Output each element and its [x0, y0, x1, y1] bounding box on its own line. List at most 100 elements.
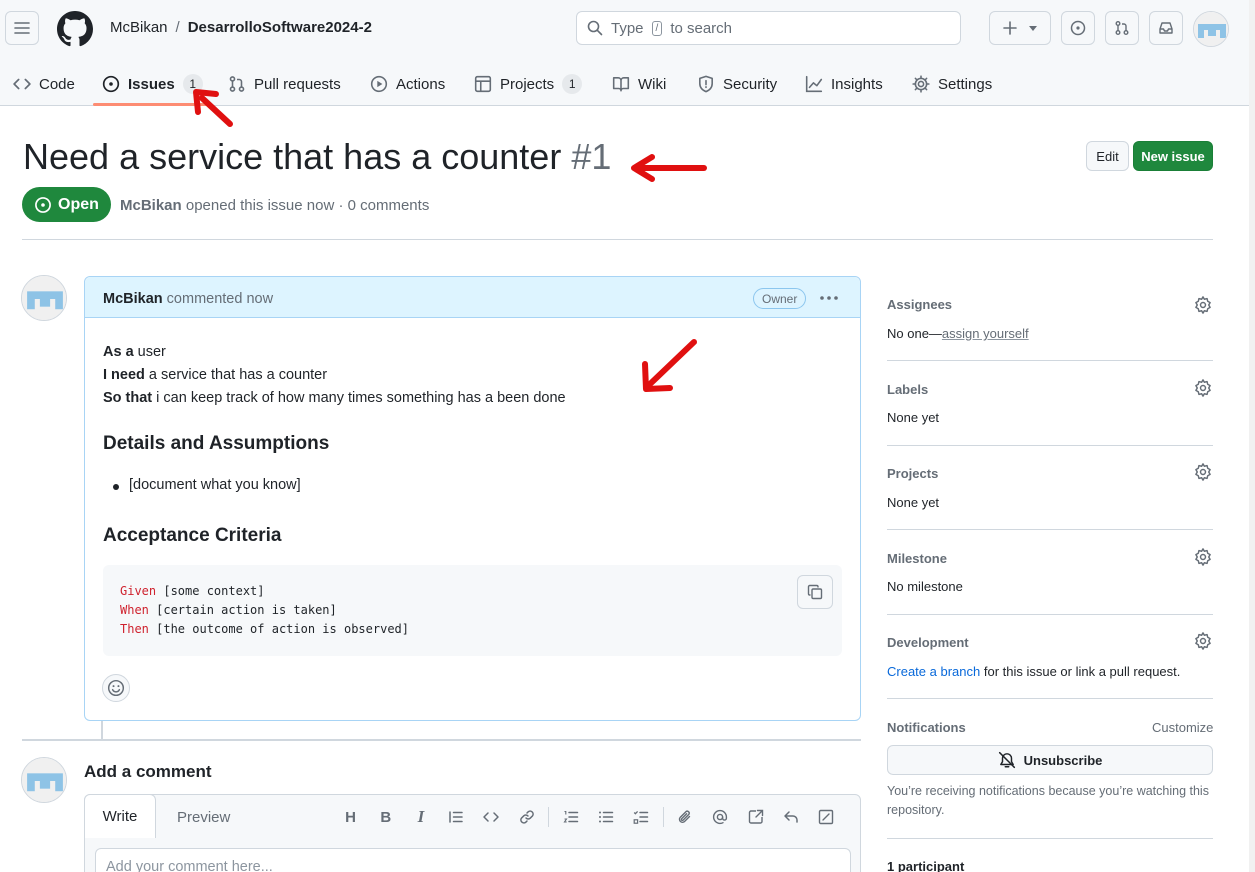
code-keyword: Given [120, 584, 157, 598]
projects-heading: Projects [887, 466, 939, 481]
mention-icon [713, 809, 728, 825]
milestone-heading: Milestone [887, 551, 947, 566]
development-heading: Development [887, 635, 969, 650]
copy-code-button[interactable] [797, 575, 833, 609]
attach-tool-icon[interactable] [668, 807, 703, 827]
italic-tool-icon[interactable]: I [403, 807, 438, 827]
story-text: user [133, 344, 166, 360]
development-settings-button[interactable] [1194, 632, 1212, 650]
repo-header: McBikan / DesarrolloSoftware2024-2 Type … [0, 0, 1255, 106]
tab-insights-label: Insights [831, 75, 883, 93]
breadcrumb-owner[interactable]: McBikan [110, 19, 168, 36]
github-logo-icon[interactable] [57, 11, 93, 47]
add-reaction-button[interactable] [102, 674, 130, 702]
participants-heading: 1 participant [887, 859, 965, 872]
projects-settings-button[interactable] [1194, 463, 1212, 481]
comment-author-avatar[interactable] [21, 275, 67, 321]
tab-projects-counter: 1 [562, 74, 583, 94]
current-user-avatar[interactable] [21, 757, 67, 803]
assignees-heading: Assignees [887, 297, 953, 312]
issue-meta: McBikan opened this issue now · 0 commen… [120, 197, 429, 214]
tab-wiki[interactable]: Wiki [612, 62, 666, 106]
code-icon [483, 812, 500, 822]
header-divider [22, 239, 1213, 240]
tab-settings[interactable]: Settings [912, 62, 992, 106]
list-ordered-icon [563, 810, 578, 823]
tab-security[interactable]: Security [697, 62, 777, 106]
new-issue-button[interactable]: New issue [1133, 141, 1213, 171]
story-text: a service that has a counter [144, 367, 328, 383]
table-icon [474, 75, 492, 93]
code-line: Then [the outcome of action is observed] [120, 622, 409, 636]
link-icon [519, 810, 534, 824]
quote-tool-icon[interactable] [439, 807, 474, 827]
inbox-button[interactable] [1149, 11, 1183, 45]
labels-settings-button[interactable] [1194, 379, 1212, 397]
comment-action[interactable]: commented now [167, 291, 273, 307]
unsubscribe-button[interactable]: Unsubscribe [887, 745, 1213, 775]
mention-tool-icon[interactable] [703, 807, 738, 827]
preview-tab[interactable]: Preview [177, 809, 230, 826]
story-keyword: I need [103, 367, 145, 383]
gear-icon [1195, 632, 1211, 650]
tab-actions[interactable]: Actions [370, 62, 445, 106]
pull-requests-shortcut-button[interactable] [1105, 11, 1139, 45]
tab-code[interactable]: Code [13, 62, 75, 106]
gear-icon [1195, 379, 1211, 397]
tab-projects[interactable]: Projects 1 [474, 62, 583, 106]
story-line: I need a service that has a counter [103, 364, 843, 387]
timeline-divider [22, 739, 861, 741]
reference-tool-icon[interactable] [738, 807, 773, 827]
tab-settings-label: Settings [938, 75, 993, 93]
comment-textarea[interactable]: Add your comment here... [95, 848, 851, 872]
code-tool-icon[interactable] [474, 807, 509, 827]
assign-yourself-link[interactable]: assign yourself [942, 326, 1029, 341]
book-icon [612, 77, 630, 92]
tab-pull-requests[interactable]: Pull requests [228, 62, 341, 106]
reply-tool-icon[interactable] [773, 807, 808, 827]
comment-editor: Write Preview H B I Add your comment her… [84, 794, 861, 872]
tab-issues[interactable]: Issues 1 [102, 62, 203, 106]
issue-state-label: Open [58, 195, 99, 213]
link-tool-icon[interactable] [509, 807, 544, 827]
menu-button[interactable] [5, 11, 39, 45]
shield-icon [699, 75, 713, 93]
page-scrollbar[interactable] [1249, 0, 1255, 872]
reply-icon [784, 811, 798, 823]
gear-icon [1195, 463, 1211, 481]
code-line: Given [some context] [120, 584, 265, 598]
fullscreen-tool-icon[interactable] [808, 807, 843, 827]
bulleted-list-tool-icon[interactable] [588, 807, 623, 827]
graph-icon [805, 75, 823, 93]
milestone-value: No milestone [887, 579, 963, 594]
tab-insights[interactable]: Insights [805, 62, 883, 106]
create-branch-link[interactable]: Create a branch [887, 664, 980, 679]
issue-author[interactable]: McBikan [120, 197, 182, 214]
breadcrumb-repo[interactable]: DesarrolloSoftware2024-2 [188, 19, 372, 36]
numbered-list-tool-icon[interactable] [553, 807, 588, 827]
task-list-tool-icon[interactable] [624, 807, 659, 827]
acceptance-heading: Acceptance Criteria [103, 525, 282, 546]
user-avatar[interactable] [1193, 11, 1229, 47]
search-icon [587, 20, 603, 36]
tab-code-label: Code [39, 75, 75, 93]
comment-options-button[interactable] [819, 291, 839, 305]
bold-tool-icon[interactable]: B [368, 807, 403, 827]
comment-author-name[interactable]: McBikan [103, 291, 163, 307]
milestone-settings-button[interactable] [1194, 548, 1212, 566]
quote-icon [449, 811, 463, 823]
heading-tool-icon[interactable]: H [333, 807, 368, 827]
write-tab[interactable]: Write [84, 794, 156, 838]
copy-icon [807, 584, 823, 600]
edit-button[interactable]: Edit [1086, 141, 1129, 171]
assignees-settings-button[interactable] [1194, 296, 1212, 314]
search-input[interactable]: Type / to search [576, 11, 961, 45]
create-new-button[interactable] [989, 11, 1051, 45]
story-line: As a user [103, 341, 843, 364]
customize-link[interactable]: Customize [1152, 720, 1213, 735]
identicon-avatar-icon [1194, 12, 1228, 46]
tab-security-label: Security [723, 75, 778, 93]
sidebar-divider [887, 838, 1213, 839]
global-topbar: McBikan / DesarrolloSoftware2024-2 Type … [0, 0, 1255, 56]
issues-shortcut-button[interactable] [1061, 11, 1095, 45]
